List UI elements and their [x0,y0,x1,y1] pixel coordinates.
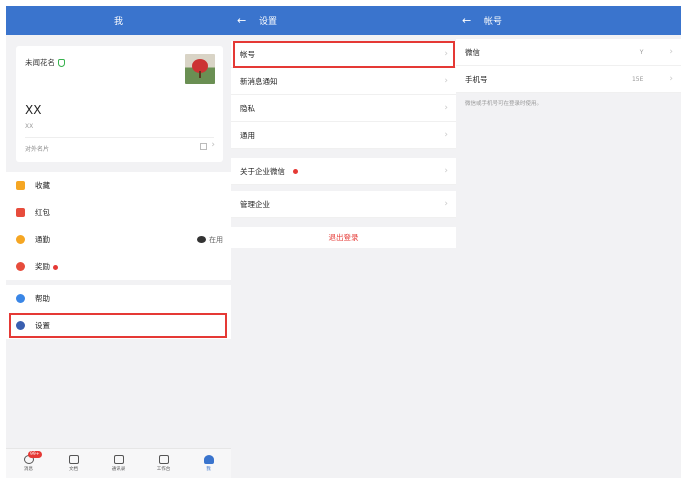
chevron-right-icon: › [444,166,448,176]
me-header: 我 [6,6,231,35]
settings-gear-icon [16,321,25,330]
person-icon [203,455,214,464]
unread-badge: 99+ [28,451,42,458]
menu-item-collect[interactable]: 收藏 [6,172,231,199]
me-panel: 我 未闻花名 XX XX 对外名片 › 收藏 红包 通勤 在用 奖励 帮助 设置… [6,6,231,478]
profile-nickname: 未闻花名 [25,57,65,68]
bottom-tab-bar: 99+ 消息 文档 通讯录 工作台 我 [6,448,231,478]
chevron-right-icon: › [444,76,448,86]
account-header: ← 帐号 [456,6,681,35]
tab-messages[interactable]: 99+ 消息 [6,449,51,478]
settings-header: ← 设置 [231,6,456,35]
chevron-right-icon: › [444,199,448,209]
menu-label: 通勤 [35,235,50,244]
back-arrow-icon[interactable]: ← [237,15,251,26]
row-label: 通用 [240,130,255,140]
row-label: 帐号 [240,49,255,59]
chevron-right-icon: › [211,140,215,150]
menu-item-redpacket[interactable]: 红包 [6,199,231,226]
tab-label: 我 [206,467,211,472]
verified-shield-icon [58,58,65,67]
back-arrow-icon[interactable]: ← [462,15,476,26]
settings-group-3: 管理企业 › [231,191,456,218]
avatar[interactable] [185,54,215,84]
settings-group-1: 帐号 › 新消息通知 › 隐私 › 通用 › [231,41,456,149]
document-icon [68,455,79,464]
account-group: 微信 Y › 手机号 15E › [456,39,681,93]
tab-docs[interactable]: 文档 [51,449,96,478]
account-item-phone[interactable]: 手机号 15E › [456,66,681,93]
chevron-right-icon: › [669,47,673,57]
chevron-right-icon: › [444,130,448,140]
row-value: Y [639,48,644,56]
me-title: 我 [113,17,123,27]
tab-label: 文档 [69,467,78,472]
settings-item-manage-enterprise[interactable]: 管理企业 › [231,191,456,218]
nickname-text: 未闻花名 [25,58,55,67]
org-chart-icon [113,455,124,464]
qrcode-icon [200,143,207,150]
reward-icon [16,262,25,271]
profile-subtitle: XX [25,123,34,130]
menu-item-reward[interactable]: 奖励 [6,253,231,280]
red-dot-badge [293,169,299,174]
commute-status: 在用 [197,235,223,245]
tab-label: 消息 [24,467,33,472]
account-item-wechat[interactable]: 微信 Y › [456,39,681,66]
menu-item-settings[interactable]: 设置 [6,312,231,339]
account-title: 帐号 [484,17,503,27]
tab-me[interactable]: 我 [186,449,231,478]
red-packet-icon [16,208,25,217]
chevron-right-icon: › [444,49,448,59]
row-label: 关于企业微信 [240,166,444,177]
profile-name: XX [25,103,42,117]
status-avatar-icon [197,236,206,243]
account-panel: ← 帐号 微信 Y › 手机号 15E › 微信或手机号可在登录时使用。 [456,6,681,478]
row-label: 新消息通知 [240,76,278,86]
menu-label: 收藏 [35,181,50,190]
status-text: 在用 [209,235,223,244]
collect-icon [16,181,25,190]
chevron-right-icon: › [444,103,448,113]
row-label: 管理企业 [240,199,270,209]
profile-card[interactable]: 未闻花名 XX XX 对外名片 › [16,46,223,162]
account-hint-text: 微信或手机号可在登录时使用。 [465,101,543,107]
menu-item-commute[interactable]: 通勤 在用 [6,226,231,253]
tab-label: 通讯录 [111,467,126,472]
menu-label: 奖励 [35,261,231,272]
about-label: 关于企业微信 [240,166,285,176]
settings-item-account[interactable]: 帐号 › [231,41,456,68]
row-label: 隐私 [240,103,255,113]
settings-title: 设置 [259,17,278,27]
tab-label: 工作台 [156,467,171,472]
menu-group-2: 帮助 设置 [6,285,231,339]
menu-item-help[interactable]: 帮助 [6,285,231,312]
grid-icon [158,455,169,464]
menu-group-1: 收藏 红包 通勤 在用 奖励 [6,172,231,280]
settings-item-general[interactable]: 通用 › [231,122,456,149]
red-dot-badge [53,264,58,270]
settings-item-privacy[interactable]: 隐私 › [231,95,456,122]
settings-panel: ← 设置 帐号 › 新消息通知 › 隐私 › 通用 › 关于企业微信 › 管理企… [231,6,456,478]
settings-item-notifications[interactable]: 新消息通知 › [231,68,456,95]
help-icon [16,294,25,303]
menu-label: 红包 [35,208,50,217]
menu-label: 设置 [35,321,50,330]
row-label: 手机号 [465,74,488,84]
row-label: 微信 [465,47,480,57]
chevron-right-icon: › [669,74,673,84]
tab-workbench[interactable]: 工作台 [141,449,186,478]
menu-label: 帮助 [35,294,50,303]
card-divider [25,137,214,138]
settings-group-2: 关于企业微信 › [231,158,456,185]
commute-icon [16,235,25,244]
logout-button[interactable]: 退出登录 [231,227,456,248]
row-value: 15E [631,75,644,83]
tab-contacts[interactable]: 通讯录 [96,449,141,478]
settings-item-about[interactable]: 关于企业微信 › [231,158,456,185]
reward-label: 奖励 [35,262,50,271]
external-card-label[interactable]: 对外名片 [25,144,49,153]
